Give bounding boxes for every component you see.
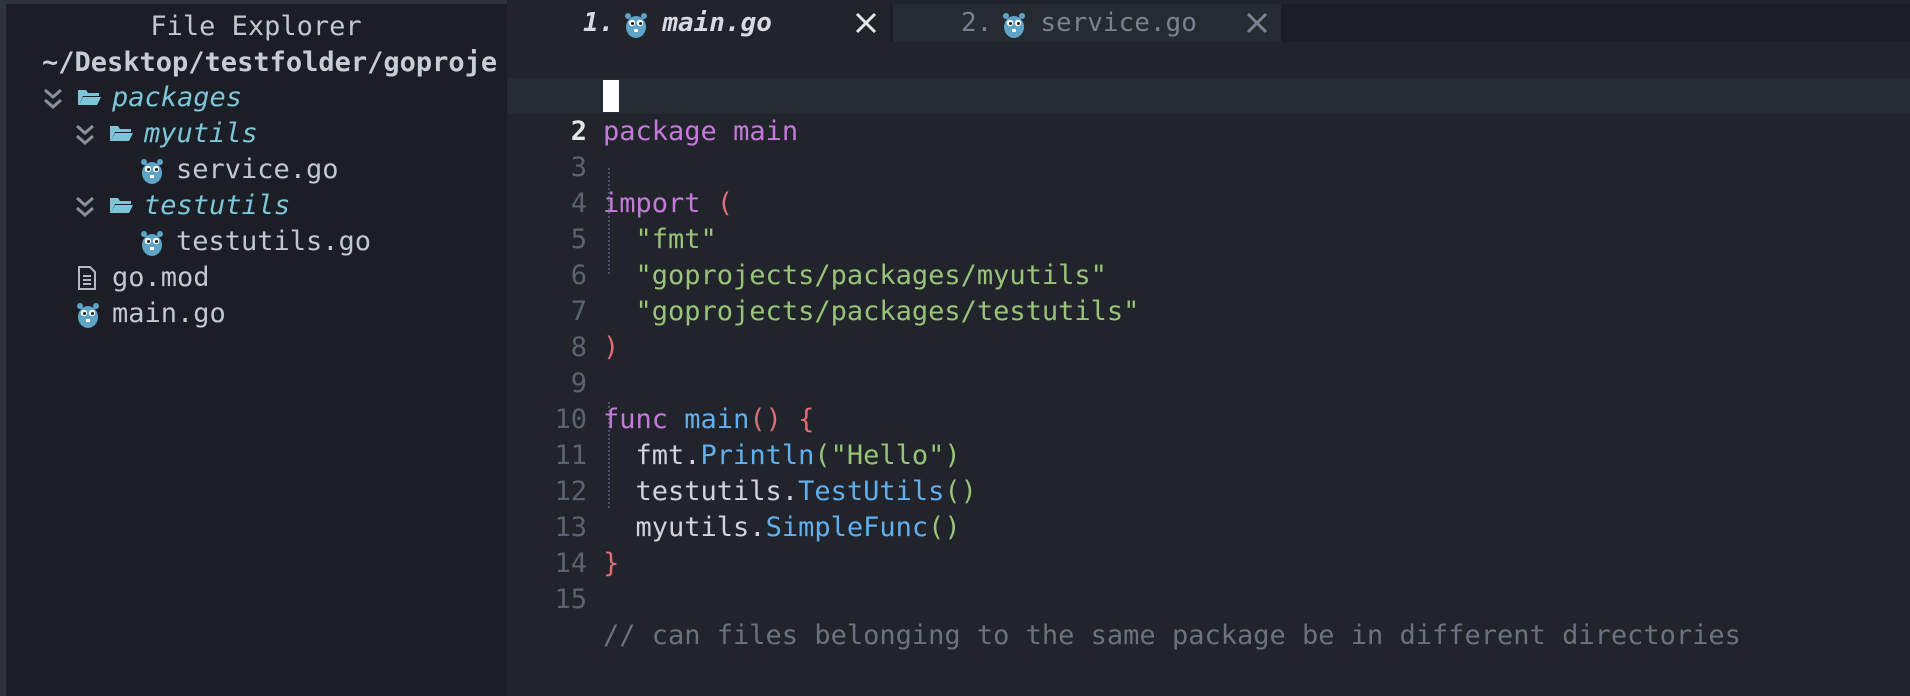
tab-index: 1. — [583, 8, 615, 38]
code-line[interactable]: 3 import ( — [507, 114, 1910, 219]
tab-label: service.go — [1040, 8, 1197, 38]
tree-item-label: main.go — [112, 298, 226, 329]
comment: // can files belonging to the same packa… — [603, 620, 1741, 651]
code-text: // can files belonging to the same packa… — [603, 618, 1741, 654]
gopher-icon — [1002, 8, 1028, 38]
tree-item-go-mod[interactable]: go.mod — [76, 260, 210, 296]
tree-item-label: packages — [112, 82, 243, 113]
folder-open-icon — [108, 191, 134, 221]
tab-index: 2. — [961, 8, 993, 38]
tree-item-label: testutils.go — [176, 226, 372, 257]
code-line[interactable]: 8 — [507, 294, 1910, 363]
code-line[interactable]: 12 myutils.SimpleFunc() — [507, 438, 1910, 543]
file-explorer-title: File Explorer — [150, 11, 362, 42]
line-number: 15 — [554, 584, 587, 615]
tree-item-label: testutils — [144, 190, 291, 221]
tab-main-go[interactable]: 1. main.go — [507, 4, 890, 42]
tree-item-label: myutils — [144, 118, 258, 149]
code-line-current[interactable]: 2 — [507, 78, 1910, 147]
code-editor[interactable]: 1 package main 2 3 import ( 4 "fmt" 5 "g… — [507, 42, 1910, 696]
code-line[interactable]: 5 "goprojects/packages/myutils" — [507, 186, 1910, 291]
tree-item-testutils[interactable]: testutils — [74, 188, 290, 224]
code-line[interactable]: 10 fmt.Println("Hello") — [507, 366, 1910, 471]
tree-item-service-go[interactable]: service.go — [140, 152, 339, 188]
text-file-icon — [76, 263, 102, 293]
folder-open-icon — [76, 83, 102, 113]
chevron-down-icon[interactable] — [74, 191, 98, 221]
tree-item-testutils-go[interactable]: testutils.go — [140, 224, 371, 260]
tab-label: main.go — [662, 8, 772, 38]
code-line[interactable]: 11 testutils.TestUtils() — [507, 402, 1910, 507]
gopher-icon — [140, 155, 166, 185]
code-line[interactable]: 13 } — [507, 474, 1910, 579]
file-explorer: File Explorer ~/Desktop/testfolder/gopro… — [0, 0, 507, 696]
code-line[interactable]: 15 // can files belonging to the same pa… — [507, 546, 1910, 651]
code-line[interactable]: 6 "goprojects/packages/testutils" — [507, 222, 1910, 327]
tree-item-label: go.mod — [112, 262, 210, 293]
code-line[interactable]: 14 — [507, 510, 1910, 579]
project-root-path[interactable]: ~/Desktop/testfolder/goproje — [42, 44, 502, 82]
folder-open-icon — [108, 119, 134, 149]
text-cursor — [603, 80, 619, 112]
editor-window: File Explorer ~/Desktop/testfolder/gopro… — [0, 0, 1910, 696]
tab-bar: 1. main.go 2. service.go — [507, 4, 1910, 42]
tree-item-main-go[interactable]: main.go — [76, 296, 226, 332]
chevron-down-icon[interactable] — [42, 83, 66, 113]
gopher-icon — [140, 227, 166, 257]
chevron-down-icon[interactable] — [74, 119, 98, 149]
tree-item-label: service.go — [176, 154, 339, 185]
close-icon[interactable] — [1245, 11, 1269, 35]
code-line[interactable]: 4 "fmt" — [507, 150, 1910, 255]
tree-item-packages[interactable]: packages — [42, 80, 242, 116]
tree-item-myutils[interactable]: myutils — [74, 116, 258, 152]
tab-service-go[interactable]: 2. service.go — [893, 4, 1281, 42]
code-line[interactable]: 7 ) — [507, 258, 1910, 363]
gopher-icon — [76, 299, 102, 329]
gopher-icon — [624, 8, 650, 38]
close-icon[interactable] — [854, 11, 878, 35]
code-line[interactable]: 1 package main — [507, 42, 1910, 147]
code-line[interactable]: 9 func main() { — [507, 330, 1910, 435]
